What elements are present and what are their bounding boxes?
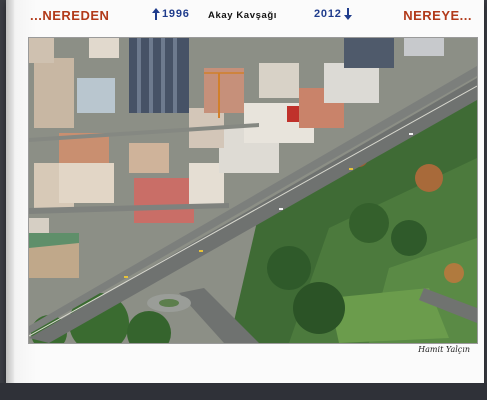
header-center-title: Akay Kavşağı	[208, 10, 277, 21]
year-right: 2012	[314, 8, 342, 20]
year-left-group: 1996	[152, 8, 190, 20]
album-page: ...NEREDEN 1996 Akay Kavşağı 2012 NEREYE…	[6, 0, 484, 383]
page-header: ...NEREDEN 1996 Akay Kavşağı 2012 NEREYE…	[6, 0, 484, 34]
page-spine	[6, 0, 14, 383]
header-right-title: NEREYE...	[403, 8, 472, 23]
photographer-signature: Hamit Yalçın	[418, 345, 470, 354]
year-left: 1996	[162, 8, 190, 20]
bottom-shadow-band	[0, 383, 487, 400]
arrow-down-icon	[343, 8, 352, 20]
year-right-group: 2012	[314, 8, 352, 20]
header-left-title: ...NEREDEN	[30, 8, 110, 23]
aerial-city-photo	[28, 37, 478, 344]
arrow-up-icon	[152, 8, 160, 20]
